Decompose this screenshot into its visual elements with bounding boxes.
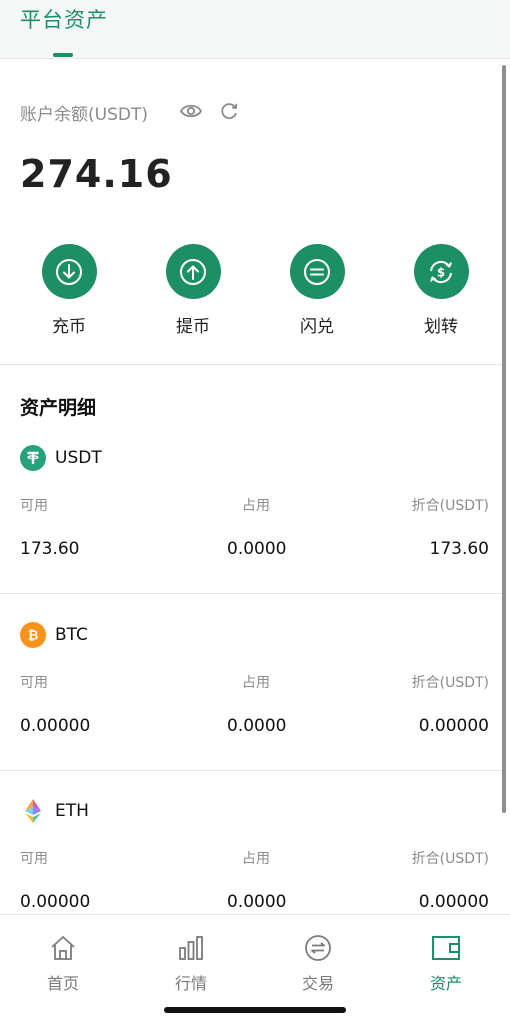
occupied-value: 0.0000	[227, 716, 287, 736]
asset-header: ETH	[20, 798, 89, 824]
home-icon	[23, 933, 103, 963]
deposit-button[interactable]: 充币	[24, 244, 114, 337]
nav-assets[interactable]: 资产	[406, 933, 486, 994]
divider	[0, 593, 502, 594]
market-icon	[151, 933, 231, 963]
equivalent-value: 173.60	[429, 539, 489, 559]
eth-icon	[20, 798, 46, 824]
balance-label: 账户余额(USDT)	[20, 105, 148, 125]
equivalent-label: 折合(USDT)	[411, 498, 489, 514]
tab-active-indicator	[53, 53, 73, 57]
available-value: 173.60	[20, 539, 80, 559]
asset-row-usdt[interactable]: USDT 可用 占用 折合(USDT) 173.60 0.0000 173.60	[0, 445, 502, 615]
action-row: 充币 提币 闪兑 $ 划转	[0, 244, 510, 344]
available-label: 可用	[20, 498, 48, 514]
deposit-icon	[41, 244, 97, 299]
transfer-label: 划转	[424, 317, 458, 337]
asset-header: USDT	[20, 445, 102, 471]
equivalent-label: 折合(USDT)	[411, 675, 489, 691]
coin-name: BTC	[55, 625, 88, 645]
usdt-icon	[20, 445, 46, 471]
withdraw-label: 提币	[176, 317, 210, 337]
nav-label: 交易	[301, 974, 334, 993]
swap-icon	[289, 244, 345, 299]
eye-icon[interactable]	[179, 101, 203, 125]
equivalent-value: 0.00000	[418, 716, 489, 736]
transfer-button[interactable]: $ 划转	[396, 244, 486, 337]
occupied-label: 占用	[242, 851, 270, 867]
refresh-icon[interactable]	[219, 101, 239, 125]
withdraw-icon	[165, 244, 221, 299]
occupied-value: 0.0000	[227, 892, 287, 912]
coin-name: ETH	[55, 801, 89, 821]
swap-label: 闪兑	[300, 317, 334, 337]
nav-label: 行情	[174, 974, 207, 993]
divider	[0, 364, 502, 365]
svg-text:$: $	[437, 265, 445, 279]
occupied-label: 占用	[242, 675, 270, 691]
available-label: 可用	[20, 851, 48, 867]
btc-icon: ₿	[20, 622, 46, 648]
nav-home[interactable]: 首页	[23, 933, 103, 994]
top-tab-bar: 平台资产	[0, 0, 510, 59]
available-value: 0.00000	[20, 892, 91, 912]
transfer-icon: $	[413, 244, 469, 299]
occupied-value: 0.0000	[227, 539, 287, 559]
equivalent-value: 0.00000	[418, 892, 489, 912]
tab-platform-assets[interactable]: 平台资产	[20, 4, 108, 34]
svg-text:₿: ₿	[28, 629, 39, 644]
nav-market[interactable]: 行情	[151, 933, 231, 994]
balance-value: 274.16	[20, 152, 173, 196]
deposit-label: 充币	[52, 317, 86, 337]
coin-name: USDT	[55, 448, 102, 468]
divider	[0, 770, 502, 771]
wallet-icon	[406, 933, 486, 963]
nav-label: 资产	[429, 974, 462, 993]
nav-trade[interactable]: 交易	[278, 933, 358, 994]
home-indicator[interactable]	[164, 1007, 346, 1013]
scrollbar[interactable]	[502, 65, 506, 813]
section-title: 资产明细	[20, 397, 97, 419]
available-value: 0.00000	[20, 716, 91, 736]
equivalent-label: 折合(USDT)	[411, 851, 489, 867]
swap-button[interactable]: 闪兑	[272, 244, 362, 337]
trade-icon	[278, 933, 358, 963]
asset-header: ₿ BTC	[20, 622, 88, 648]
withdraw-button[interactable]: 提币	[148, 244, 238, 337]
asset-row-btc[interactable]: ₿ BTC 可用 占用 折合(USDT) 0.00000 0.0000 0.00…	[0, 622, 502, 792]
occupied-label: 占用	[242, 498, 270, 514]
available-label: 可用	[20, 675, 48, 691]
nav-label: 首页	[46, 974, 79, 993]
